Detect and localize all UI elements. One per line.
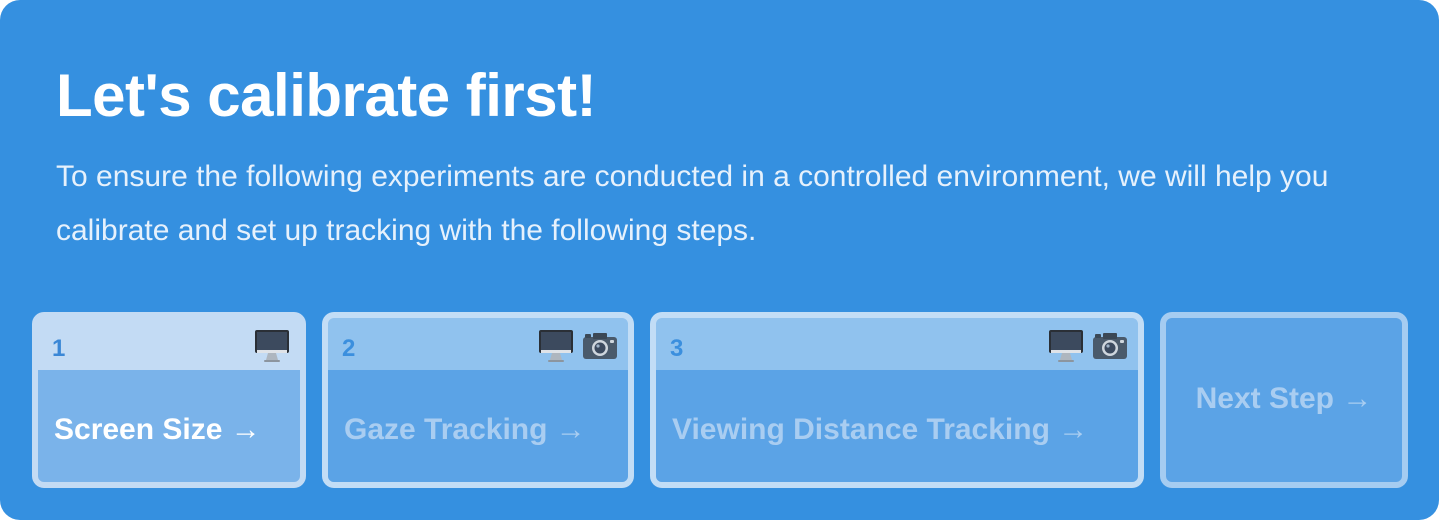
page-description: To ensure the following experiments are …	[56, 160, 1329, 247]
page-title: Let's calibrate first!	[56, 62, 597, 129]
step-icons	[538, 326, 618, 366]
step-card-body: Gaze Tracking →	[328, 370, 628, 482]
camera-icon	[582, 331, 618, 361]
step-icons	[254, 326, 290, 366]
step-label-viewing-distance: Viewing Distance Tracking →	[672, 413, 1089, 446]
step-card-gaze-tracking[interactable]: 2 Gaze Tracking →	[322, 312, 634, 488]
step-label-gaze-tracking: Gaze Tracking →	[344, 413, 586, 446]
monitor-icon	[1048, 329, 1084, 363]
step-number: 2	[342, 335, 356, 362]
step-card-body: Screen Size →	[38, 370, 300, 482]
step-number: 1	[52, 335, 66, 362]
step-label-screen-size: Screen Size →	[54, 413, 261, 446]
step-card-header: 1	[38, 318, 300, 370]
camera-icon	[1092, 331, 1128, 361]
step-number: 3	[670, 335, 684, 362]
step-card-header: 2	[328, 318, 628, 370]
calibration-panel: Let's calibrate first! To ensure the fol…	[0, 0, 1439, 520]
step-card-viewing-distance[interactable]: 3 Viewing Distance Tracking →	[650, 312, 1144, 488]
step-icons	[1048, 326, 1128, 366]
monitor-icon	[538, 329, 574, 363]
monitor-icon	[254, 329, 290, 363]
step-card-screen-size[interactable]: 1 Screen Size →	[32, 312, 306, 488]
next-step-button[interactable]: Next Step →	[1160, 312, 1408, 488]
step-card-header: 3	[656, 318, 1138, 370]
step-card-body: Viewing Distance Tracking →	[656, 370, 1138, 482]
next-step-label: Next Step →	[1195, 382, 1373, 415]
